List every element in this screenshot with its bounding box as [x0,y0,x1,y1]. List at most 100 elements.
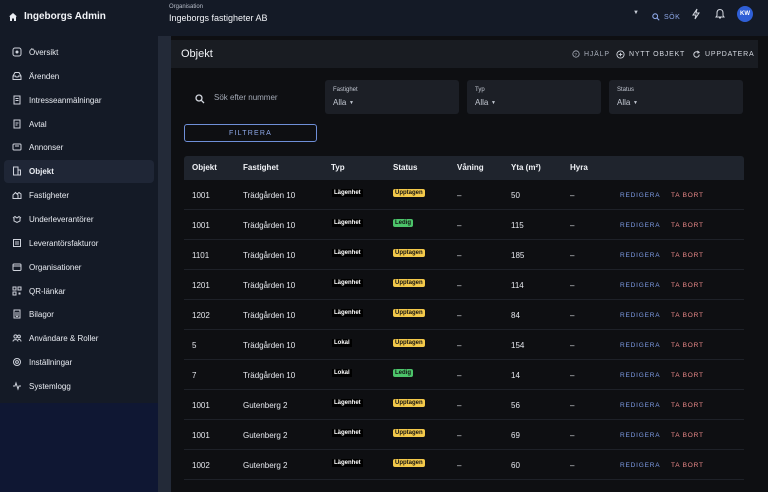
status-badge: Upptagen [393,189,425,197]
refresh-button[interactable]: UPPDATERA [692,50,754,59]
organisation-label: Organisation [169,4,204,10]
table-row[interactable]: 1101 Trädgården 10 Lägenhet Upptagen – 185 – RE… [184,240,744,270]
object-number: 1001 [192,431,210,440]
search-input[interactable] [214,93,310,102]
edit-button[interactable]: REDIGERA [620,252,660,259]
lightning-icon[interactable] [690,8,702,20]
type-label: Lokal [332,369,352,377]
delete-button[interactable]: TA BORT [671,462,704,469]
help-button[interactable]: ? HJÄLP [572,50,610,58]
floor-value: – [457,401,462,410]
table-row[interactable]: 1001 Trädgården 10 Lägenhet Upptagen – 50 – RED… [184,180,744,210]
sidebar-item-6[interactable]: Fastigheter [4,184,154,207]
sidebar-item-2[interactable]: Intresseanmälningar [4,89,154,112]
edit-button[interactable]: REDIGERA [620,372,660,379]
sidebar-item-8[interactable]: Leverantörsfakturor [4,232,154,255]
rent-value: – [570,371,575,380]
delete-button[interactable]: TA BORT [671,252,704,259]
activity-icon [13,381,21,391]
organisation-selector[interactable]: Organisation Ingeborgs fastigheter AB [169,4,268,23]
rent-value: – [570,401,575,410]
delete-button[interactable]: TA BORT [671,402,704,409]
edit-button[interactable]: REDIGERA [620,402,660,409]
property-name: Trädgården 10 [243,371,296,380]
status-select[interactable]: Status Alla ▼ [609,80,743,114]
sidebar-item-9[interactable]: Organisationer [4,256,154,279]
organization-icon [12,263,22,271]
edit-button[interactable]: REDIGERA [620,342,660,349]
sidebar-item-1[interactable]: Ärenden [4,65,154,88]
users-icon [12,334,22,342]
houses-icon [12,191,22,200]
sidebar: Översikt Ärenden Intresseanmälningar Avtal A… [0,36,158,403]
object-number: 1001 [192,401,210,410]
column-header[interactable]: Hyra [570,163,588,172]
new-object-button[interactable]: NYTT OBJEKT [616,50,685,59]
table-row[interactable]: 1001 Gutenberg 2 Lägenhet Upptagen – 56 – REDIG… [184,390,744,420]
sidebar-item-label: Intresseanmälningar [29,95,102,105]
object-number: 1002 [192,461,210,470]
sidebar-item-label: Systemlogg [29,381,71,391]
edit-button[interactable]: REDIGERA [620,462,660,469]
delete-button[interactable]: TA BORT [671,192,704,199]
table-row[interactable]: 5 Trädgården 10 Lokal Upptagen – 154 – REDIGERA… [184,330,744,360]
brand[interactable]: Ingeborgs Admin [8,11,106,22]
delete-button[interactable]: TA BORT [671,432,704,439]
column-header[interactable]: Typ [331,163,345,172]
sidebar-item-0[interactable]: Översikt [4,41,154,64]
table-row[interactable]: 1001 Gutenberg 2 Lägenhet Upptagen – 69 – REDIG… [184,420,744,450]
area-value: 114 [511,281,524,290]
table-row[interactable]: 1001 Trädgården 10 Lägenhet Ledig – 115 – REDIG… [184,210,744,240]
sidebar-item-4[interactable]: Annonser [4,136,154,159]
delete-button[interactable]: TA BORT [671,282,704,289]
sidebar-item-12[interactable]: Användare & Roller [4,327,154,350]
type-label: Lägenhet [332,189,363,197]
search-field[interactable] [184,80,312,114]
sidebar-item-10[interactable]: QR-länkar [4,280,154,303]
table-row[interactable]: 1002 Gutenberg 2 Lägenhet Upptagen – 60 – REDIG… [184,450,744,480]
attachment-icon [13,309,21,319]
column-header[interactable]: Status [393,163,417,172]
rent-value: – [570,191,575,200]
sidebar-item-7[interactable]: Underleverantörer [4,208,154,231]
edit-button[interactable]: REDIGERA [620,432,660,439]
delete-button[interactable]: TA BORT [671,342,704,349]
table-row[interactable]: 1202 Trädgården 10 Lägenhet Upptagen – 84 – RED… [184,300,744,330]
column-header[interactable]: Fastighet [243,163,279,172]
delete-button[interactable]: TA BORT [671,372,704,379]
edit-button[interactable]: REDIGERA [620,282,660,289]
edit-button[interactable]: REDIGERA [620,192,660,199]
chevron-down-icon[interactable]: ▼ [633,10,639,16]
delete-button[interactable]: TA BORT [671,222,704,229]
sidebar-item-label: QR-länkar [29,286,66,296]
delete-button[interactable]: TA BORT [671,312,704,319]
area-value: 115 [511,221,524,230]
sidebar-item-5[interactable]: Objekt [4,160,154,184]
sidebar-item-3[interactable]: Avtal [4,113,154,136]
edit-button[interactable]: REDIGERA [620,222,660,229]
avatar[interactable]: KW [737,6,753,22]
table-row[interactable]: 1201 Trädgården 10 Lägenhet Upptagen – 114 – RE… [184,270,744,300]
filter-button[interactable]: FILTRERA [184,124,317,142]
type-label: Lägenhet [332,279,363,287]
edit-button[interactable]: REDIGERA [620,312,660,319]
column-header[interactable]: Yta (m²) [511,163,541,172]
sidebar-item-label: Ärenden [29,71,60,81]
object-number: 1202 [192,311,210,320]
sidebar-item-13[interactable]: Inställningar [4,351,154,374]
sidebar-item-label: Underleverantörer [29,214,94,224]
column-header[interactable]: Objekt [192,163,217,172]
search-button[interactable]: SÖK [652,13,680,21]
sidebar-item-11[interactable]: Bilagor [4,303,154,326]
typ-select[interactable]: Typ Alla ▼ [467,80,601,114]
fastighet-select[interactable]: Fastighet Alla ▼ [325,80,459,114]
object-number: 5 [192,341,197,350]
megaphone-icon [12,143,22,151]
area-value: 50 [511,191,520,200]
bell-icon[interactable] [714,8,726,20]
status-badge: Upptagen [393,249,425,257]
sidebar-item-14[interactable]: Systemlogg [4,375,154,398]
sidebar-item-label: Inställningar [29,358,73,368]
table-row[interactable]: 7 Trädgården 10 Lokal Ledig – 14 – REDIGERA TA B… [184,360,744,390]
column-header[interactable]: Våning [457,163,484,172]
